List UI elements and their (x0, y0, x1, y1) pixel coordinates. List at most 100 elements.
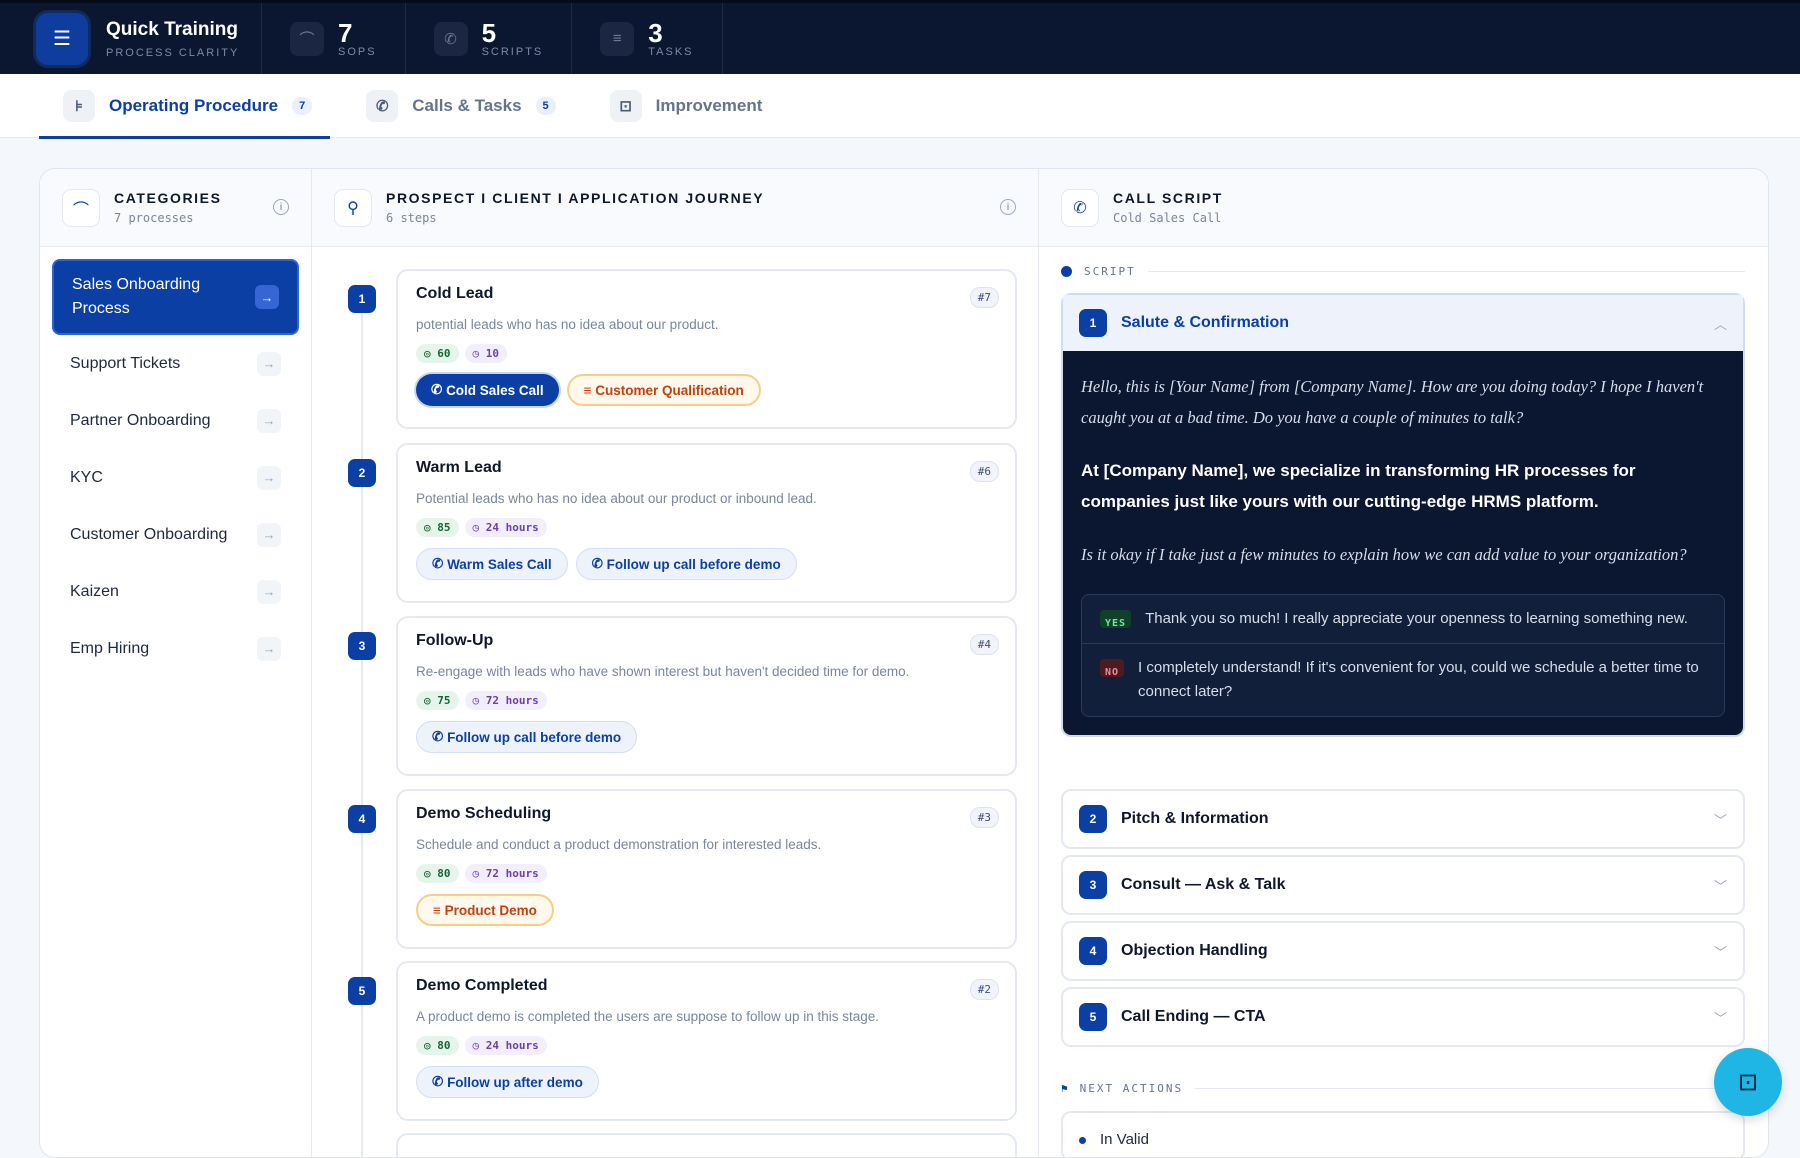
section-title: Consult — Ask & Talk (1121, 876, 1286, 893)
script-button-follow-up-before-demo[interactable]: ✆ Follow up call before demo (575, 548, 797, 580)
step-tag: #2 (969, 979, 999, 1000)
tab-improvement[interactable]: ⊡ Improvement (586, 74, 781, 138)
chevron-up-icon: ︿ (1713, 317, 1727, 332)
response-text: I completely understand! If it's conveni… (1138, 659, 1699, 700)
step-number: 2 (348, 459, 376, 487)
script-section-objection[interactable]: 4 Objection Handling ﹀ (1061, 921, 1745, 981)
script-section-call-ending[interactable]: 5 Call Ending — CTA ﹀ (1061, 987, 1745, 1047)
category-label: Partner Onboarding (70, 411, 211, 429)
tab-count: 7 (292, 97, 313, 115)
step-number: 1 (348, 285, 376, 313)
next-actions-label: ⚑ NEXT ACTIONS (1061, 1082, 1745, 1095)
clipboard-icon[interactable]: ☰ (36, 12, 88, 65)
category-label: Support Tickets (70, 354, 181, 372)
step-card-demo-scheduling[interactable]: Demo Scheduling #3 Schedule and conduct … (396, 789, 1017, 949)
tab-label: Improvement (655, 96, 763, 115)
brand: ☰ Quick Training PROCESS CLARITY (0, 3, 262, 74)
step-title: Follow-Up (416, 632, 494, 649)
tab-bar: ⊧ Operating Procedure 7 ✆ Calls & Tasks … (0, 74, 1800, 139)
stat-label: TASKS (648, 45, 694, 58)
step-title: Demo Scheduling (416, 805, 552, 822)
arrow-right-icon: → (257, 465, 281, 490)
script-button-follow-up-after-demo[interactable]: ✆ Follow up after demo (416, 1066, 599, 1098)
phone-icon: ✆ (432, 1074, 448, 1089)
assistant-bot-button[interactable]: ⊡ (1714, 1048, 1782, 1116)
time-badge: ◷ 10 (464, 344, 507, 363)
route-icon: ⌒ (62, 188, 100, 227)
script-section-consult[interactable]: 3 Consult — Ask & Talk ﹀ (1061, 855, 1745, 915)
stat-label: SCRIPTS (481, 45, 544, 58)
bullet-icon (1079, 1137, 1086, 1144)
task-button-product-demo[interactable]: ≡ Product Demo (416, 894, 554, 926)
chevron-down-icon: ﹀ (1713, 879, 1727, 894)
category-item-partner-onboarding[interactable]: Partner Onboarding → (52, 392, 299, 449)
category-item-support-tickets[interactable]: Support Tickets → (52, 335, 299, 392)
step-number: 3 (348, 632, 376, 660)
time-badge: ◷ 24 hours (464, 518, 547, 537)
task-button-customer-qualification[interactable]: ≡ Customer Qualification (566, 374, 761, 406)
stat-num: 5 (481, 17, 497, 48)
step-card-follow-up[interactable]: Follow-Up #4 Re-engage with leads who ha… (396, 616, 1017, 776)
category-label: Customer Onboarding (70, 525, 228, 543)
chat-icon (1061, 266, 1072, 277)
step-card-next[interactable] (396, 1133, 1017, 1157)
section-title: Call Ending — CTA (1121, 1008, 1266, 1025)
category-item-customer-onboarding[interactable]: Customer Onboarding → (52, 506, 299, 563)
categories-column: ⌒ CATEGORIES 7 processes i Sales Onboard… (40, 169, 312, 1157)
journey-header: ⚲ PROSPECT I CLIENT I APPLICATION JOURNE… (312, 169, 1038, 247)
next-action-item[interactable]: In Valid (1061, 1111, 1745, 1157)
step-number: 4 (348, 805, 376, 833)
score-badge: ◎ 85 (416, 518, 459, 537)
section-number: 4 (1079, 937, 1107, 965)
step-card-demo-completed[interactable]: Demo Completed #2 A product demo is comp… (396, 961, 1017, 1121)
script-button-warm-sales-call[interactable]: ✆ Warm Sales Call (416, 548, 568, 580)
phone-icon: ✆ (432, 556, 448, 571)
phone-icon: ✆ (591, 556, 607, 571)
script-line: At [Company Name], we specialize in tran… (1081, 461, 1636, 511)
arrow-right-icon: → (257, 579, 281, 604)
info-icon[interactable]: i (1000, 199, 1016, 215)
category-item-sales-onboarding[interactable]: Sales Onboarding Process → (52, 259, 299, 335)
response-no: NO I completely understand! If it's conv… (1082, 643, 1724, 716)
script-button-follow-up-before-demo[interactable]: ✆ Follow up call before demo (416, 721, 638, 753)
score-badge: ◎ 80 (416, 1036, 459, 1055)
arrow-right-icon: → (257, 408, 281, 433)
stat-scripts: ✆ 5 SCRIPTS (406, 3, 573, 74)
time-badge: ◷ 72 hours (464, 691, 547, 710)
section-title: Objection Handling (1121, 942, 1268, 959)
user-pin-icon: ⚲ (334, 188, 372, 227)
tab-count: 5 (535, 97, 556, 115)
call-script-name: Cold Sales Call (1113, 211, 1222, 225)
sitemap-icon: ⊧ (63, 90, 95, 122)
step-title: Demo Completed (416, 977, 548, 994)
script-section-salute: 1 Salute & Confirmation ︿ Hello, this is… (1061, 293, 1745, 737)
call-script-title: CALL SCRIPT (1113, 190, 1223, 206)
category-item-emp-hiring[interactable]: Emp Hiring → (52, 620, 299, 677)
script-button-cold-sales-call[interactable]: ✆ Cold Sales Call (416, 374, 559, 406)
section-number: 3 (1079, 871, 1107, 899)
journey-title: PROSPECT I CLIENT I APPLICATION JOURNEY (386, 190, 765, 206)
step-card-cold-lead[interactable]: Cold Lead #7 potential leads who has no … (396, 269, 1017, 429)
arrow-right-icon: → (257, 351, 281, 376)
category-item-kyc[interactable]: KYC → (52, 449, 299, 506)
info-icon[interactable]: i (273, 199, 289, 215)
step-number: 5 (348, 977, 376, 1005)
step-description: A product demo is completed the users ar… (416, 1009, 880, 1024)
script-body: Hello, this is [Your Name] from [Company… (1063, 351, 1743, 735)
section-title: Salute & Confirmation (1121, 314, 1290, 331)
stat-tasks: ≡ 3 TASKS (572, 3, 723, 74)
step-tag: #6 (969, 461, 999, 482)
section-number: 1 (1079, 309, 1107, 337)
script-section-pitch[interactable]: 2 Pitch & Information ﹀ (1061, 789, 1745, 849)
timeline-line (361, 289, 363, 1157)
category-label: Emp Hiring (70, 639, 150, 657)
tab-operating-procedure[interactable]: ⊧ Operating Procedure 7 (39, 74, 331, 139)
category-item-kaizen[interactable]: Kaizen → (52, 563, 299, 620)
step-card-warm-lead[interactable]: Warm Lead #6 Potential leads who has no … (396, 443, 1017, 603)
tab-calls-tasks[interactable]: ✆ Calls & Tasks 5 (342, 74, 573, 138)
response-yes: YES Thank you so much! I really apprecia… (1082, 595, 1724, 643)
step-description: Potential leads who has no idea about ou… (416, 491, 817, 506)
phone-icon: ✆ (433, 21, 468, 56)
accordion-header[interactable]: 1 Salute & Confirmation ︿ (1063, 295, 1743, 351)
script-section-label: SCRIPT (1061, 265, 1745, 278)
